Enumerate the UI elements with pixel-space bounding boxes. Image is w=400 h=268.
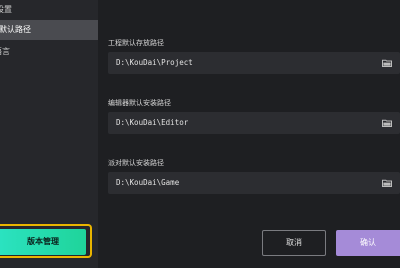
version-button-focus-ring: 版本管理: [0, 224, 92, 258]
editor-path-field[interactable]: D:\KouDai\Editor: [108, 112, 400, 134]
sidebar-item-label: 默认路径: [0, 25, 31, 34]
folder-icon[interactable]: [382, 59, 392, 67]
sidebar-item-language[interactable]: 语言: [0, 42, 98, 62]
project-path-field[interactable]: D:\KouDai\Project: [108, 52, 400, 74]
sidebar-item-label: 语言: [0, 47, 10, 56]
settings-panel: 工程默认存放路径 D:\KouDai\Project 编辑器默认安装路径 D:\…: [98, 0, 400, 268]
version-management-button[interactable]: 版本管理: [0, 229, 86, 255]
editor-path-value: D:\KouDai\Editor: [116, 118, 189, 127]
project-path-label: 工程默认存放路径: [108, 39, 164, 47]
folder-icon[interactable]: [382, 179, 392, 187]
folder-icon[interactable]: [382, 119, 392, 127]
confirm-button[interactable]: 确认: [336, 230, 400, 256]
game-path-label: 派对默认安装路径: [108, 159, 164, 167]
game-path-field[interactable]: D:\KouDai\Game: [108, 172, 400, 194]
game-path-value: D:\KouDai\Game: [116, 178, 180, 187]
sidebar-title: 设置: [0, 5, 12, 14]
cancel-button[interactable]: 取消: [262, 230, 326, 256]
editor-path-label: 编辑器默认安装路径: [108, 99, 171, 107]
sidebar: 设置 默认路径 语言 版本管理: [0, 0, 98, 268]
sidebar-item-default-path[interactable]: 默认路径: [0, 20, 98, 40]
project-path-value: D:\KouDai\Project: [116, 58, 193, 67]
